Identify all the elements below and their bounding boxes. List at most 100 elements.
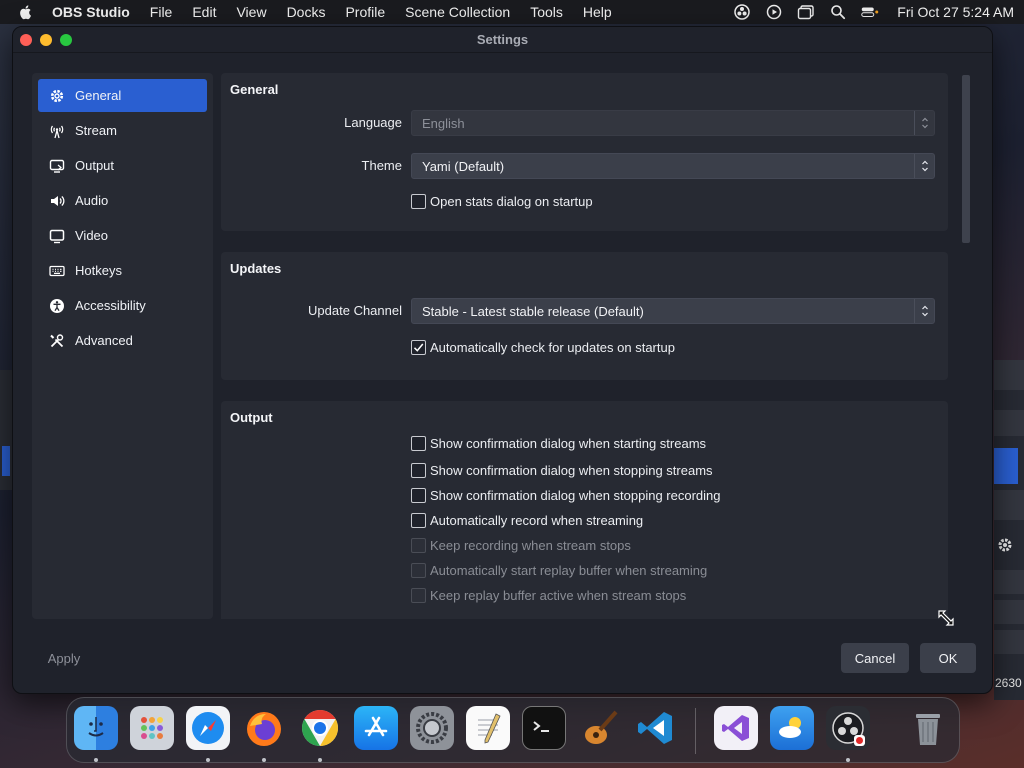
- menu-tools[interactable]: Tools: [530, 4, 563, 20]
- accessibility-icon: [48, 297, 65, 314]
- sidebar-item-advanced[interactable]: Advanced: [38, 324, 207, 357]
- scrollbar-thumb[interactable]: [962, 75, 970, 243]
- sidebar-item-general[interactable]: General: [38, 79, 207, 112]
- background-number: 2630: [995, 676, 1022, 690]
- sidebar-item-label: General: [75, 88, 122, 103]
- update-channel-label: Update Channel: [308, 303, 402, 318]
- sidebar-item-hotkeys[interactable]: Hotkeys: [38, 254, 207, 287]
- content-scrollbar[interactable]: [960, 75, 972, 621]
- update-channel-value: Stable - Latest stable release (Default): [422, 303, 644, 319]
- search-icon[interactable]: [829, 4, 847, 20]
- open-stats-checkbox-row[interactable]: Open stats dialog on startup: [411, 194, 593, 209]
- vscode-icon[interactable]: [634, 706, 678, 750]
- confirm-start-stream-checkbox[interactable]: [411, 436, 426, 451]
- output-option-label: Keep recording when stream stops: [430, 538, 631, 553]
- cancel-button[interactable]: Cancel: [841, 643, 909, 673]
- confirm-stop-stream-checkbox[interactable]: [411, 463, 426, 478]
- background-panel: [994, 630, 1024, 654]
- sidebar-item-label: Video: [75, 228, 109, 243]
- output-option-row[interactable]: Automatically record when streaming: [411, 513, 643, 528]
- gear-icon: [48, 87, 65, 104]
- sidebar-item-audio[interactable]: Audio: [38, 184, 207, 217]
- output-group-title: Output: [230, 410, 273, 425]
- weather-icon[interactable]: [770, 706, 814, 750]
- tools-icon: [48, 332, 65, 349]
- menu-help[interactable]: Help: [583, 4, 612, 20]
- safari-icon[interactable]: [186, 706, 230, 750]
- finder-icon[interactable]: [74, 706, 118, 750]
- language-select[interactable]: English: [411, 110, 935, 136]
- chrome-icon[interactable]: [298, 706, 342, 750]
- background-panel: [994, 490, 1024, 520]
- update-channel-select[interactable]: Stable - Latest stable release (Default): [411, 298, 935, 324]
- general-group: General Language English Theme Yami (Def…: [221, 73, 948, 231]
- output-option-row: Automatically start replay buffer when s…: [411, 563, 707, 578]
- sidebar-item-accessibility[interactable]: Accessibility: [38, 289, 207, 322]
- theme-value: Yami (Default): [422, 158, 505, 174]
- menu-app-name[interactable]: OBS Studio: [52, 4, 130, 20]
- open-stats-checkbox[interactable]: [411, 194, 426, 209]
- play-circle-icon[interactable]: [765, 4, 783, 20]
- output-option-label: Keep replay buffer active when stream st…: [430, 588, 687, 603]
- apply-button[interactable]: Apply: [35, 643, 93, 673]
- obs-tray-icon[interactable]: [733, 4, 751, 20]
- sidebar-item-label: Accessibility: [75, 298, 146, 313]
- garageband-icon[interactable]: [578, 706, 622, 750]
- menu-clock[interactable]: Fri Oct 27 5:24 AM: [897, 4, 1014, 20]
- windows-icon[interactable]: [797, 4, 815, 20]
- menu-edit[interactable]: Edit: [192, 4, 216, 20]
- language-value: English: [422, 115, 465, 131]
- output-option-row[interactable]: Show confirmation dialog when starting s…: [411, 436, 706, 451]
- keyboard-icon: [48, 262, 65, 279]
- auto-record-checkbox[interactable]: [411, 513, 426, 528]
- terminal-icon[interactable]: [522, 706, 566, 750]
- trash-icon[interactable]: [906, 706, 950, 750]
- background-panel: [994, 600, 1024, 624]
- output-option-row[interactable]: Show confirmation dialog when stopping s…: [411, 463, 713, 478]
- apple-logo-icon[interactable]: [18, 4, 34, 20]
- output-option-row: Keep recording when stream stops: [411, 538, 631, 553]
- menu-profile[interactable]: Profile: [345, 4, 385, 20]
- visual-studio-icon[interactable]: [714, 706, 758, 750]
- output-icon: [48, 157, 65, 174]
- auto-check-updates-checkbox[interactable]: [411, 340, 426, 355]
- textedit-icon[interactable]: [466, 706, 510, 750]
- running-indicator: [94, 758, 98, 762]
- updates-group-title: Updates: [230, 261, 282, 276]
- obs-icon[interactable]: [826, 706, 870, 750]
- general-group-title: General: [230, 82, 279, 97]
- launchpad-icon[interactable]: [130, 706, 174, 750]
- speaker-icon: [48, 192, 65, 209]
- sidebar-item-output[interactable]: Output: [38, 149, 207, 182]
- sidebar-item-video[interactable]: Video: [38, 219, 207, 252]
- select-arrows-icon: [914, 299, 934, 323]
- dock-separator: [695, 708, 696, 754]
- menu-scene-collection[interactable]: Scene Collection: [405, 4, 510, 20]
- ok-button[interactable]: OK: [920, 643, 976, 673]
- auto-check-updates-row[interactable]: Automatically check for updates on start…: [411, 340, 675, 355]
- background-window-left: [0, 370, 12, 490]
- window-title: Settings: [476, 32, 529, 47]
- sidebar-item-label: Output: [75, 158, 115, 173]
- auto-check-updates-label: Automatically check for updates on start…: [430, 340, 675, 355]
- confirm-stop-recording-checkbox[interactable]: [411, 488, 426, 503]
- menu-file[interactable]: File: [150, 4, 173, 20]
- menu-docks[interactable]: Docks: [287, 4, 326, 20]
- theme-select[interactable]: Yami (Default): [411, 153, 935, 179]
- menu-view[interactable]: View: [236, 4, 266, 20]
- output-option-label: Show confirmation dialog when stopping s…: [430, 463, 713, 478]
- output-option-row[interactable]: Show confirmation dialog when stopping r…: [411, 488, 721, 503]
- control-center-icon[interactable]: [861, 4, 879, 20]
- running-indicator: [262, 758, 266, 762]
- system-settings-icon[interactable]: [410, 706, 454, 750]
- sidebar-item-stream[interactable]: Stream: [38, 114, 207, 147]
- keep-recording-checkbox: [411, 538, 426, 553]
- select-arrows-icon: [914, 154, 934, 178]
- settings-window: Settings General Stream Output Audio Vid…: [12, 26, 993, 694]
- background-panel: [994, 570, 1024, 594]
- firefox-icon[interactable]: [242, 706, 286, 750]
- title-bar[interactable]: Settings: [13, 27, 992, 53]
- background-selection: [2, 446, 10, 476]
- app-store-icon[interactable]: [354, 706, 398, 750]
- sidebar-item-label: Advanced: [75, 333, 133, 348]
